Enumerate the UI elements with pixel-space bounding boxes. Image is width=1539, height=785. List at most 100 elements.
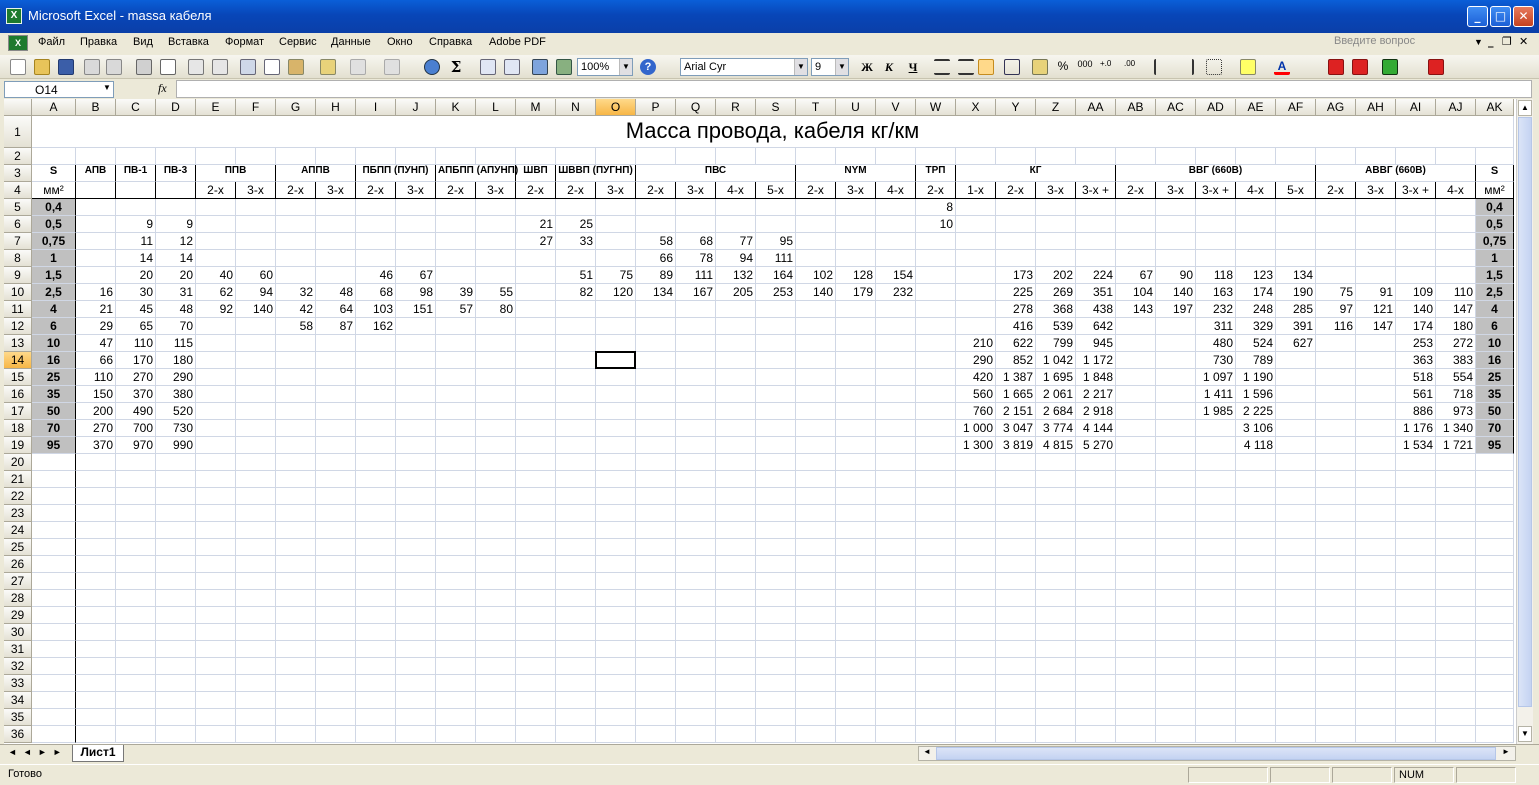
- cell[interactable]: [396, 318, 436, 335]
- cell[interactable]: [756, 522, 796, 539]
- cell[interactable]: [1436, 675, 1476, 692]
- cell[interactable]: [1276, 454, 1316, 471]
- cell[interactable]: [1236, 539, 1276, 556]
- cell[interactable]: [916, 267, 956, 284]
- cell[interactable]: 179: [836, 284, 876, 301]
- new-file-icon[interactable]: [10, 59, 26, 75]
- cell[interactable]: [556, 301, 596, 318]
- cell[interactable]: [956, 590, 996, 607]
- cell[interactable]: [836, 607, 876, 624]
- column-header[interactable]: AH: [1356, 99, 1396, 116]
- cell[interactable]: 66: [76, 352, 116, 369]
- bold-button[interactable]: Ж: [858, 59, 876, 75]
- cell[interactable]: [316, 590, 356, 607]
- cell[interactable]: [1316, 556, 1356, 573]
- cell[interactable]: [716, 709, 756, 726]
- copy-icon[interactable]: [264, 59, 280, 75]
- cell[interactable]: [1356, 641, 1396, 658]
- tab-sheet1[interactable]: Лист1: [72, 745, 124, 762]
- row-header[interactable]: 30: [4, 624, 32, 641]
- cell[interactable]: 32: [276, 284, 316, 301]
- cell[interactable]: [396, 454, 436, 471]
- group-header[interactable]: ПВ-3: [156, 165, 196, 182]
- cell[interactable]: [716, 590, 756, 607]
- cell[interactable]: [1116, 199, 1156, 216]
- section-size[interactable]: 0,75: [32, 233, 76, 250]
- column-header[interactable]: Z: [1036, 99, 1076, 116]
- cell[interactable]: [876, 675, 916, 692]
- cell[interactable]: 480: [1196, 335, 1236, 352]
- cell[interactable]: [1356, 148, 1396, 165]
- cell[interactable]: [356, 522, 396, 539]
- cell[interactable]: [836, 590, 876, 607]
- cell[interactable]: [1316, 641, 1356, 658]
- cell[interactable]: [1196, 709, 1236, 726]
- cell[interactable]: [916, 658, 956, 675]
- cell[interactable]: 2 151: [996, 403, 1036, 420]
- cell[interactable]: 622: [996, 335, 1036, 352]
- cell[interactable]: [1156, 590, 1196, 607]
- cell[interactable]: 973: [1436, 403, 1476, 420]
- column-header[interactable]: AK: [1476, 99, 1514, 116]
- row-header[interactable]: 8: [4, 250, 32, 267]
- cell[interactable]: [476, 556, 516, 573]
- section-size[interactable]: 25: [1476, 369, 1514, 386]
- cell[interactable]: [676, 199, 716, 216]
- cell[interactable]: [996, 675, 1036, 692]
- cell[interactable]: [756, 556, 796, 573]
- cell[interactable]: [556, 386, 596, 403]
- cell[interactable]: [836, 386, 876, 403]
- cell[interactable]: [1396, 556, 1436, 573]
- section-size[interactable]: 35: [1476, 386, 1514, 403]
- cell[interactable]: [716, 675, 756, 692]
- cell[interactable]: 627: [1276, 335, 1316, 352]
- cell[interactable]: [1276, 488, 1316, 505]
- cell[interactable]: [436, 199, 476, 216]
- row-header[interactable]: 27: [4, 573, 32, 590]
- cell[interactable]: [1116, 369, 1156, 386]
- cell[interactable]: [196, 539, 236, 556]
- cell[interactable]: [116, 658, 156, 675]
- cell[interactable]: [716, 488, 756, 505]
- section-size[interactable]: 95: [1476, 437, 1514, 454]
- cell[interactable]: [116, 692, 156, 709]
- cell[interactable]: [476, 539, 516, 556]
- chevron-down-icon[interactable]: ▼: [835, 59, 848, 75]
- cell[interactable]: [596, 709, 636, 726]
- cell[interactable]: [1396, 505, 1436, 522]
- cell[interactable]: [396, 386, 436, 403]
- cell[interactable]: [1196, 556, 1236, 573]
- cell[interactable]: [876, 233, 916, 250]
- cell[interactable]: 11: [116, 233, 156, 250]
- cell[interactable]: [1196, 216, 1236, 233]
- cell[interactable]: [1396, 726, 1436, 743]
- cell[interactable]: [596, 233, 636, 250]
- cell[interactable]: [1356, 556, 1396, 573]
- cell[interactable]: [716, 352, 756, 369]
- cell[interactable]: [236, 454, 276, 471]
- row-header[interactable]: 5: [4, 199, 32, 216]
- cell[interactable]: 65: [116, 318, 156, 335]
- cell[interactable]: [1196, 454, 1236, 471]
- cell[interactable]: [916, 284, 956, 301]
- cell[interactable]: [236, 437, 276, 454]
- cell[interactable]: 78: [676, 250, 716, 267]
- cell[interactable]: [276, 488, 316, 505]
- cell[interactable]: [1316, 488, 1356, 505]
- cell[interactable]: [316, 199, 356, 216]
- cell[interactable]: [516, 437, 556, 454]
- cell[interactable]: 111: [676, 267, 716, 284]
- cell[interactable]: [396, 437, 436, 454]
- cell[interactable]: [836, 233, 876, 250]
- cell[interactable]: [1316, 607, 1356, 624]
- cell[interactable]: [236, 420, 276, 437]
- cell[interactable]: [1036, 539, 1076, 556]
- cell[interactable]: [796, 488, 836, 505]
- cell[interactable]: [356, 148, 396, 165]
- cell[interactable]: 438: [1076, 301, 1116, 318]
- cell[interactable]: [676, 420, 716, 437]
- cell[interactable]: [236, 641, 276, 658]
- cell[interactable]: [196, 233, 236, 250]
- cell[interactable]: [1196, 573, 1236, 590]
- cell[interactable]: [32, 556, 76, 573]
